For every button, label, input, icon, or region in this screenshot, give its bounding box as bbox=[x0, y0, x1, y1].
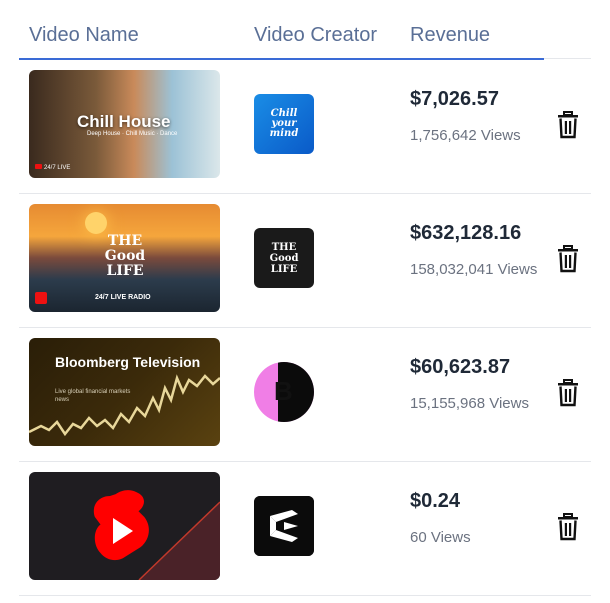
revenue-value: $632,128.16 bbox=[410, 222, 522, 244]
video-thumbnail[interactable] bbox=[29, 472, 220, 580]
delete-button[interactable] bbox=[556, 111, 580, 139]
table-header: Video Name Video Creator Revenue bbox=[19, 0, 544, 60]
sun-graphic bbox=[85, 212, 107, 234]
thumbnail-subtitle: Deep House · Chill Music · Dance bbox=[87, 131, 178, 137]
creator-logo-text: Chill your mind bbox=[269, 108, 299, 139]
thumbnail-title: THE Good LIFE bbox=[104, 233, 146, 279]
youtube-shorts-icon bbox=[93, 490, 220, 580]
revenue-value: $0.24 bbox=[410, 490, 461, 512]
table-row: Bloomberg Television Live global financi… bbox=[19, 328, 591, 462]
column-header-video-creator[interactable]: Video Creator bbox=[254, 24, 377, 47]
table-row: Chill House Deep House · Chill Music · D… bbox=[19, 60, 591, 194]
thumbnail-live-badge: 24/7 LIVE bbox=[35, 164, 70, 171]
revenue-value: $7,026.57 bbox=[410, 88, 499, 110]
creator-logo[interactable]: THE Good LIFE bbox=[254, 228, 314, 288]
delete-button[interactable] bbox=[556, 379, 580, 407]
trash-icon bbox=[558, 379, 578, 407]
thumbnail-live-badge: 24/7 LIVE RADIO bbox=[95, 294, 151, 301]
video-thumbnail[interactable]: Chill House Deep House · Chill Music · D… bbox=[29, 70, 220, 178]
views-count: 1,756,642 Views bbox=[410, 127, 521, 144]
views-count: 60 Views bbox=[410, 529, 471, 546]
thumbnail-title: Chill House bbox=[77, 112, 171, 131]
creator-logo-text: THE Good LIFE bbox=[269, 241, 299, 275]
column-header-video-name[interactable]: Video Name bbox=[29, 24, 139, 47]
trash-icon bbox=[558, 111, 578, 139]
thumbnail-subtitle: Live global financial markets news bbox=[55, 389, 131, 403]
capcut-icon bbox=[254, 496, 314, 556]
views-count: 15,155,968 Views bbox=[410, 395, 529, 412]
videos-table: Video Name Video Creator Revenue Chill H… bbox=[19, 0, 591, 596]
table-row: THE Good LIFE 24/7 LIVE RADIO THE Good L… bbox=[19, 194, 591, 328]
header-divider bbox=[544, 58, 591, 59]
delete-button[interactable] bbox=[556, 245, 580, 273]
delete-button[interactable] bbox=[556, 513, 580, 541]
column-header-revenue[interactable]: Revenue bbox=[410, 24, 490, 47]
thumbnail-title: Bloomberg Television bbox=[55, 354, 201, 370]
revenue-value: $60,623.87 bbox=[410, 356, 511, 378]
creator-logo[interactable] bbox=[254, 496, 314, 556]
creator-logo[interactable]: B bbox=[254, 362, 314, 422]
trash-icon bbox=[558, 245, 578, 273]
views-count: 158,032,041 Views bbox=[410, 261, 538, 278]
video-thumbnail[interactable]: THE Good LIFE 24/7 LIVE RADIO bbox=[29, 204, 220, 312]
table-row: $0.24 60 Views bbox=[19, 462, 591, 596]
radio-icon bbox=[35, 292, 47, 304]
video-thumbnail[interactable]: Bloomberg Television Live global financi… bbox=[29, 338, 220, 446]
creator-logo-text: B bbox=[274, 376, 293, 406]
creator-logo[interactable]: Chill your mind bbox=[254, 94, 314, 154]
trash-icon bbox=[558, 513, 578, 541]
